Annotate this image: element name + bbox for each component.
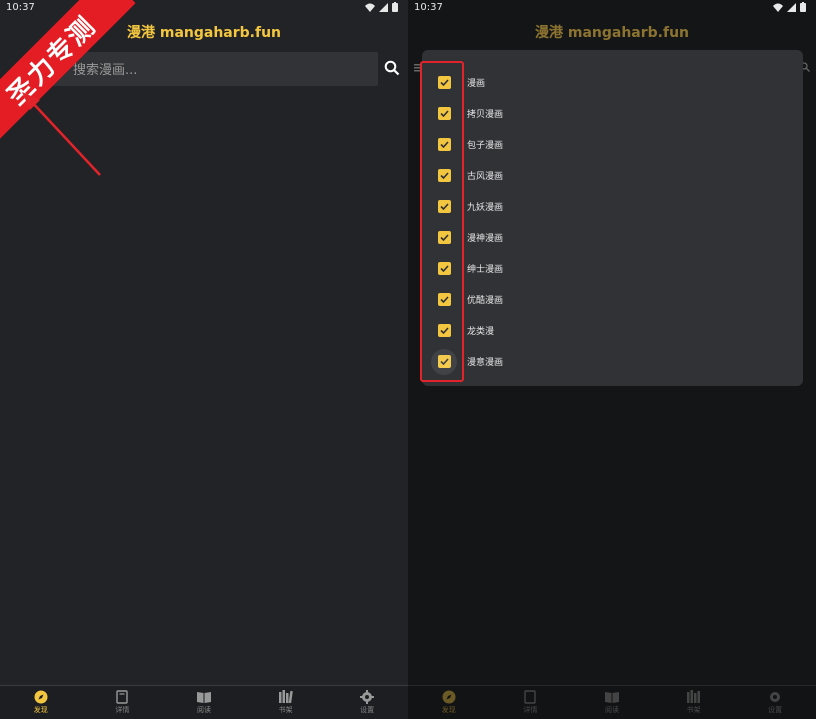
nav-item-shelf[interactable]: 书架 — [245, 686, 327, 719]
open-book-icon — [604, 691, 619, 703]
option-label: 包子漫画 — [467, 141, 504, 151]
open-book-icon — [196, 691, 211, 703]
signal-icon — [379, 2, 388, 12]
wifi-icon — [365, 3, 375, 12]
signal-icon — [787, 2, 796, 12]
nav-label: 发现 — [441, 706, 456, 714]
option-label: 拷贝漫画 — [467, 110, 504, 120]
nav-item-shelf[interactable]: 书架 — [653, 686, 735, 719]
status-icons — [773, 2, 806, 12]
nav-item-discover[interactable]: 发现 — [0, 686, 82, 719]
annotation-arrow — [22, 92, 101, 176]
status-icons — [365, 2, 398, 12]
battery-icon — [800, 2, 806, 12]
option-label: 优酷漫画 — [467, 296, 504, 306]
option-label: 漫神漫画 — [467, 234, 504, 244]
nav-label: 设置 — [768, 706, 783, 714]
nav-item-details[interactable]: 详情 — [82, 686, 164, 719]
nav-label: 详情 — [523, 706, 538, 714]
gear-icon — [770, 692, 781, 702]
search-button-icon[interactable] — [384, 60, 400, 76]
app-title: 漫港 mangaharb.fun — [534, 25, 690, 41]
annotation-highlight-box — [420, 61, 464, 382]
battery-icon — [392, 2, 398, 12]
book-icon — [524, 690, 537, 704]
compass-icon — [442, 690, 456, 704]
status-time: 10:37 — [414, 2, 443, 13]
bottom-navigation: 发现 详情 阅读 书架 设置 — [408, 685, 816, 719]
gear-icon — [360, 690, 375, 704]
bottom-navigation: 发现 详情 阅读 书架 设置 — [0, 685, 408, 719]
option-label: 漫画 — [467, 79, 486, 89]
nav-item-discover[interactable]: 发现 — [408, 686, 490, 719]
wifi-icon — [773, 3, 783, 12]
nav-label: 书架 — [686, 706, 701, 714]
option-label: 漫意漫画 — [467, 358, 504, 368]
option-label: 古风漫画 — [467, 172, 504, 182]
search-input[interactable] — [71, 52, 375, 88]
source-select-dialog: 漫画 拷贝漫画 包子漫画 古风漫画 九妖漫画 漫神漫画 绅士漫画 优酷漫画 龙类… — [422, 50, 803, 386]
nav-item-read[interactable]: 阅读 — [571, 686, 653, 719]
nav-label: 详情 — [115, 706, 130, 714]
nav-label: 发现 — [33, 706, 48, 714]
compass-icon — [34, 690, 48, 704]
nav-label: 书架 — [278, 706, 293, 714]
left-screen: 10:37 漫港 mangaharb.fun 发现 详情 阅读 书架 — [0, 0, 408, 719]
nav-label: 阅读 — [196, 705, 211, 714]
nav-item-read[interactable]: 阅读 — [163, 686, 245, 719]
option-label: 绅士漫画 — [467, 265, 504, 275]
nav-item-settings[interactable]: 设置 — [326, 686, 408, 719]
option-label: 九妖漫画 — [467, 203, 504, 213]
bookshelf-icon — [687, 690, 701, 703]
nav-label: 阅读 — [604, 705, 619, 714]
status-bar: 10:37 — [408, 0, 816, 16]
bookshelf-icon — [279, 690, 293, 704]
book-icon — [116, 690, 129, 704]
nav-item-details[interactable]: 详情 — [490, 686, 572, 719]
nav-item-settings[interactable]: 设置 — [734, 686, 816, 719]
nav-label: 设置 — [360, 706, 375, 714]
option-label: 龙类漫 — [467, 327, 495, 337]
